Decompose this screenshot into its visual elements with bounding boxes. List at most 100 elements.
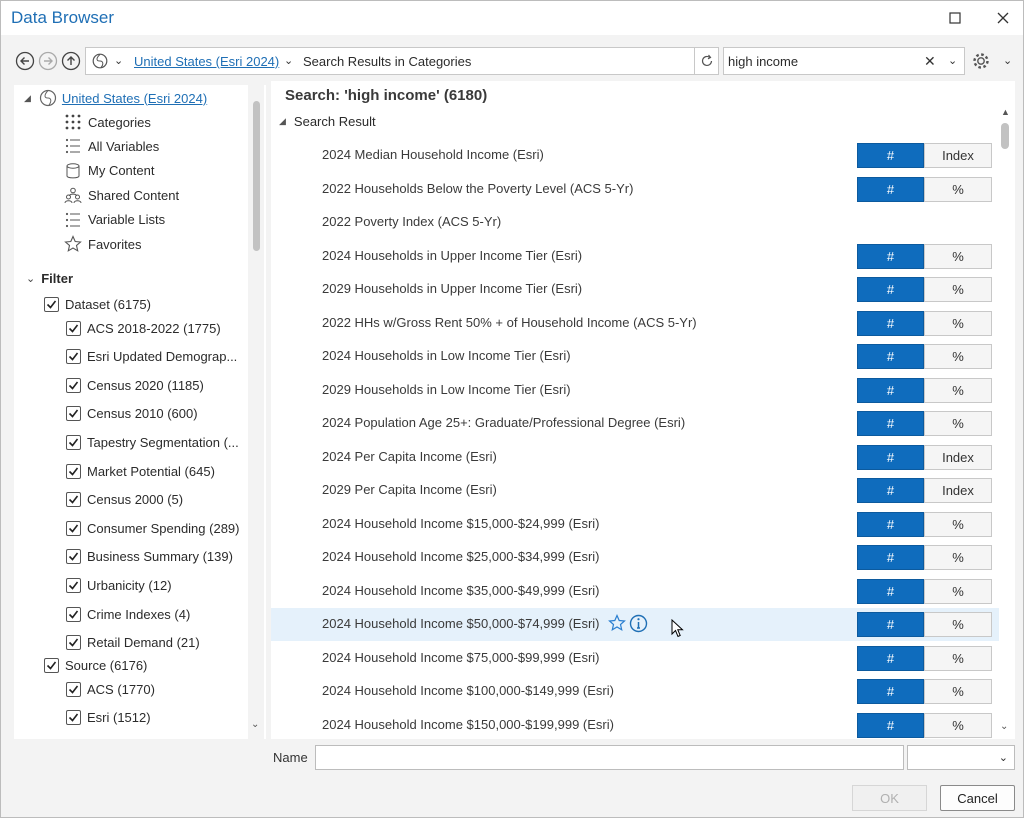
count-toggle-button[interactable]: # — [857, 512, 924, 537]
chevron-down-icon[interactable]: ⌄ — [948, 54, 957, 67]
clear-search-icon[interactable]: ✕ — [924, 53, 936, 70]
percent-toggle-button[interactable]: % — [924, 612, 992, 637]
percent-toggle-button[interactable]: % — [924, 579, 992, 604]
result-row[interactable]: 2024 Household Income $35,000-$49,999 (E… — [271, 575, 999, 608]
scrollbar-thumb[interactable] — [1001, 123, 1009, 149]
info-icon[interactable] — [629, 614, 648, 636]
variable-name[interactable]: 2024 Median Household Income (Esri) — [322, 147, 544, 162]
cancel-button[interactable]: Cancel — [940, 785, 1015, 811]
index-toggle-button[interactable]: Index — [924, 478, 992, 503]
result-row[interactable]: 2024 Household Income $15,000-$24,999 (E… — [271, 508, 999, 541]
checkbox[interactable] — [66, 635, 81, 650]
count-toggle-button[interactable]: # — [857, 311, 924, 336]
result-row[interactable]: 2029 Per Capita Income (Esri)#Index — [271, 474, 999, 507]
checkbox[interactable] — [66, 578, 81, 593]
tree-root-label[interactable]: United States (Esri 2024) — [62, 91, 207, 106]
result-row[interactable]: 2024 Household Income $100,000-$149,999 … — [271, 675, 999, 708]
dataset-filter-item[interactable]: Crime Indexes (4) — [66, 603, 190, 625]
checkbox[interactable] — [66, 492, 81, 507]
result-row[interactable]: 2022 HHs w/Gross Rent 50% + of Household… — [271, 307, 999, 340]
sidebar-item-all-variables[interactable]: All Variables — [64, 135, 159, 157]
dataset-filter-item[interactable]: Census 2020 (1185) — [66, 374, 204, 396]
index-toggle-button[interactable]: Index — [924, 445, 992, 470]
count-toggle-button[interactable]: # — [857, 545, 924, 570]
checkbox[interactable] — [66, 378, 81, 393]
breadcrumb-country-link[interactable]: United States (Esri 2024) — [134, 54, 279, 69]
dataset-filter-item[interactable]: ACS 2018-2022 (1775) — [66, 317, 221, 339]
result-row[interactable]: 2024 Median Household Income (Esri)#Inde… — [271, 139, 999, 172]
result-row[interactable]: 2024 Household Income $50,000-$74,999 (E… — [271, 608, 999, 641]
variable-name[interactable]: 2024 Household Income $150,000-$199,999 … — [322, 717, 614, 732]
percent-toggle-button[interactable]: % — [924, 545, 992, 570]
sidebar-item-favorites[interactable]: Favorites — [64, 233, 141, 255]
percent-toggle-button[interactable]: % — [924, 512, 992, 537]
variable-name[interactable]: 2024 Household Income $15,000-$24,999 (E… — [322, 516, 600, 531]
chevron-down-icon[interactable]: ⌄ — [114, 54, 123, 67]
count-toggle-button[interactable]: # — [857, 277, 924, 302]
count-toggle-button[interactable]: # — [857, 646, 924, 671]
percent-toggle-button[interactable]: % — [924, 411, 992, 436]
variable-name[interactable]: 2029 Households in Low Income Tier (Esri… — [322, 382, 571, 397]
dataset-filter-item[interactable]: Tapestry Segmentation (... — [66, 431, 239, 453]
count-toggle-button[interactable]: # — [857, 177, 924, 202]
filter-header[interactable]: ⌄ Filter — [26, 267, 73, 289]
percent-toggle-button[interactable]: % — [924, 177, 992, 202]
chevron-down-icon[interactable]: ⌄ — [26, 272, 35, 285]
count-toggle-button[interactable]: # — [857, 579, 924, 604]
chevron-down-icon[interactable]: ⌄ — [1003, 54, 1012, 67]
percent-toggle-button[interactable]: % — [924, 344, 992, 369]
chevron-down-icon[interactable]: ⌄ — [1000, 721, 1008, 732]
sidebar-item-shared-content[interactable]: Shared Content — [64, 184, 179, 206]
source-filter-item[interactable]: ACS (1770) — [66, 678, 155, 700]
variable-name[interactable]: 2029 Households in Upper Income Tier (Es… — [322, 281, 582, 296]
name-input[interactable] — [315, 745, 904, 770]
dataset-filter-item[interactable]: Census 2000 (5) — [66, 489, 183, 511]
variable-name[interactable]: 2024 Households in Low Income Tier (Esri… — [322, 348, 571, 363]
percent-toggle-button[interactable]: % — [924, 277, 992, 302]
result-row[interactable]: 2024 Per Capita Income (Esri)#Index — [271, 441, 999, 474]
favorite-star-icon[interactable] — [608, 614, 626, 635]
result-row[interactable]: 2029 Households in Upper Income Tier (Es… — [271, 273, 999, 306]
dataset-filter-item[interactable]: Retail Demand (21) — [66, 632, 200, 654]
checkbox[interactable] — [66, 607, 81, 622]
variable-name[interactable]: 2024 Household Income $50,000-$74,999 (E… — [322, 616, 600, 631]
checkbox[interactable] — [66, 464, 81, 479]
sidebar-item-variable-lists[interactable]: Variable Lists — [64, 209, 165, 231]
collapse-triangle-icon[interactable]: ◢ — [279, 116, 286, 127]
sidebar-item-categories[interactable]: Categories — [64, 111, 151, 133]
dataset-filter-item[interactable]: Esri Updated Demograp... — [66, 346, 237, 368]
checkbox[interactable] — [66, 521, 81, 536]
count-toggle-button[interactable]: # — [857, 713, 924, 738]
count-toggle-button[interactable]: # — [857, 445, 924, 470]
percent-toggle-button[interactable]: % — [924, 679, 992, 704]
checkbox[interactable] — [66, 321, 81, 336]
variable-name[interactable]: 2024 Household Income $75,000-$99,999 (E… — [322, 650, 600, 665]
result-row[interactable]: 2024 Household Income $25,000-$34,999 (E… — [271, 541, 999, 574]
checkbox[interactable] — [66, 435, 81, 450]
result-row[interactable]: 2024 Households in Upper Income Tier (Es… — [271, 240, 999, 273]
chevron-down-icon[interactable]: ⌄ — [251, 719, 259, 730]
forward-button[interactable] — [38, 51, 58, 71]
dataset-filter-item[interactable]: Census 2010 (600) — [66, 403, 198, 425]
result-row[interactable]: 2024 Population Age 25+: Graduate/Profes… — [271, 407, 999, 440]
variable-name[interactable]: 2022 HHs w/Gross Rent 50% + of Household… — [322, 315, 697, 330]
checkbox[interactable] — [66, 406, 81, 421]
search-input[interactable] — [728, 51, 918, 71]
count-toggle-button[interactable]: # — [857, 612, 924, 637]
count-toggle-button[interactable]: # — [857, 679, 924, 704]
checkbox[interactable] — [66, 682, 81, 697]
collapse-triangle-icon[interactable]: ◢ — [24, 93, 31, 104]
close-button[interactable] — [983, 5, 1023, 31]
percent-toggle-button[interactable]: % — [924, 378, 992, 403]
index-toggle-button[interactable]: Index — [924, 143, 992, 168]
refresh-button[interactable] — [694, 48, 718, 74]
dataset-filter-item[interactable]: Market Potential (645) — [66, 460, 215, 482]
variable-name[interactable]: 2024 Household Income $100,000-$149,999 … — [322, 683, 614, 698]
variable-name[interactable]: 2022 Poverty Index (ACS 5-Yr) — [322, 214, 501, 229]
back-button[interactable] — [15, 51, 35, 71]
percent-toggle-button[interactable]: % — [924, 311, 992, 336]
chevron-down-icon[interactable]: ⌄ — [284, 54, 293, 67]
variable-name[interactable]: 2029 Per Capita Income (Esri) — [322, 482, 497, 497]
sidebar-item-my-content[interactable]: My Content — [64, 160, 154, 182]
dataset-filter-item[interactable]: Urbanicity (12) — [66, 574, 172, 596]
